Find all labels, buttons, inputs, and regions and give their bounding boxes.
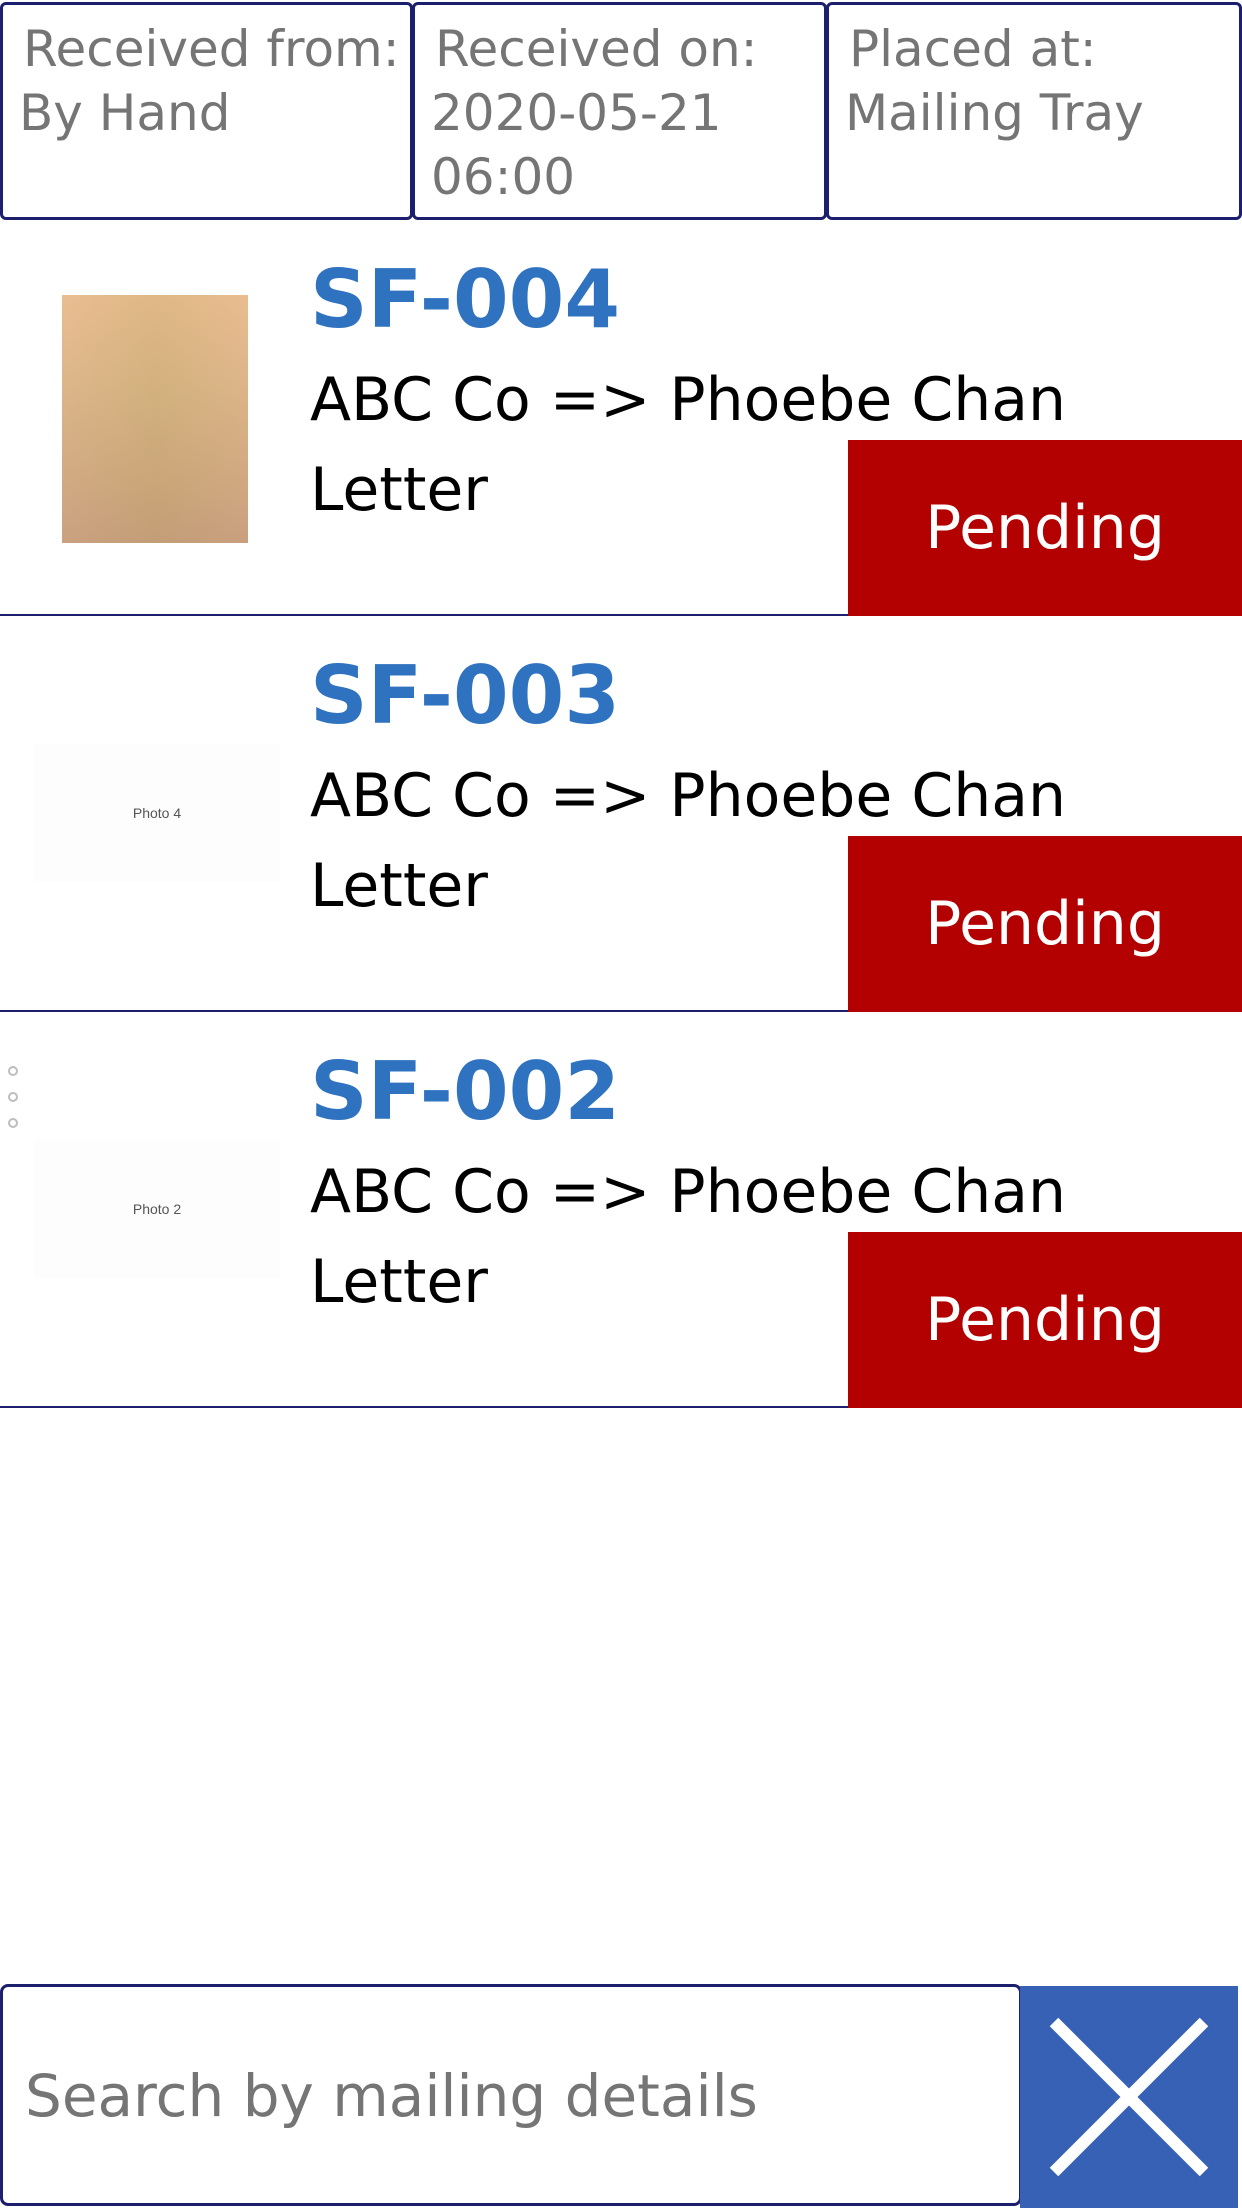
item-route: ABC Co => Phoebe Chan xyxy=(310,1157,1067,1227)
item-photo-placeholder: Photo 2 xyxy=(34,1140,280,1278)
item-id: SF-003 xyxy=(310,649,620,742)
item-route: ABC Co => Phoebe Chan xyxy=(310,761,1067,831)
search-box xyxy=(0,1984,1022,2206)
placed-at-value: Mailing Tray xyxy=(845,84,1144,142)
item-photo-thumbnail xyxy=(62,295,248,543)
received-on-label: Received on: xyxy=(435,20,758,78)
received-from-label: Received from: xyxy=(23,20,400,78)
close-icon xyxy=(1049,2017,1209,2177)
list-item[interactable]: Photo 2 SF-002 ABC Co => Phoebe Chan Let… xyxy=(0,1012,1242,1408)
received-from-value: By Hand xyxy=(19,84,231,142)
item-route: ABC Co => Phoebe Chan xyxy=(310,365,1067,435)
search-input[interactable] xyxy=(23,1987,1007,2205)
status-pending-button[interactable]: Pending xyxy=(848,1232,1242,1408)
scroll-dot xyxy=(8,1092,18,1102)
placed-at-box: Placed at: Mailing Tray xyxy=(826,2,1242,220)
list-item[interactable]: SF-004 ABC Co => Phoebe Chan Letter Pend… xyxy=(0,220,1242,616)
received-on-box: Received on: 2020-05-21 06:00 xyxy=(412,2,827,220)
list-item[interactable]: Photo 4 SF-003 ABC Co => Phoebe Chan Let… xyxy=(0,616,1242,1012)
scroll-dot xyxy=(8,1066,18,1076)
placed-at-label: Placed at: xyxy=(849,20,1097,78)
item-id: SF-002 xyxy=(310,1045,620,1138)
clear-search-button[interactable] xyxy=(1020,1986,1238,2208)
item-id: SF-004 xyxy=(310,253,620,346)
item-photo-placeholder: Photo 4 xyxy=(34,744,280,882)
item-type: Letter xyxy=(310,455,488,525)
mailing-details-screen: Received from: By Hand Received on: 2020… xyxy=(0,0,1242,2208)
scroll-indicator xyxy=(8,1066,24,1144)
received-on-value: 2020-05-21 06:00 xyxy=(431,84,722,206)
status-pending-button[interactable]: Pending xyxy=(848,836,1242,1012)
status-pending-button[interactable]: Pending xyxy=(848,440,1242,616)
received-from-box: Received from: By Hand xyxy=(0,2,413,220)
item-type: Letter xyxy=(310,851,488,921)
scroll-dot xyxy=(8,1118,18,1128)
item-type: Letter xyxy=(310,1247,488,1317)
